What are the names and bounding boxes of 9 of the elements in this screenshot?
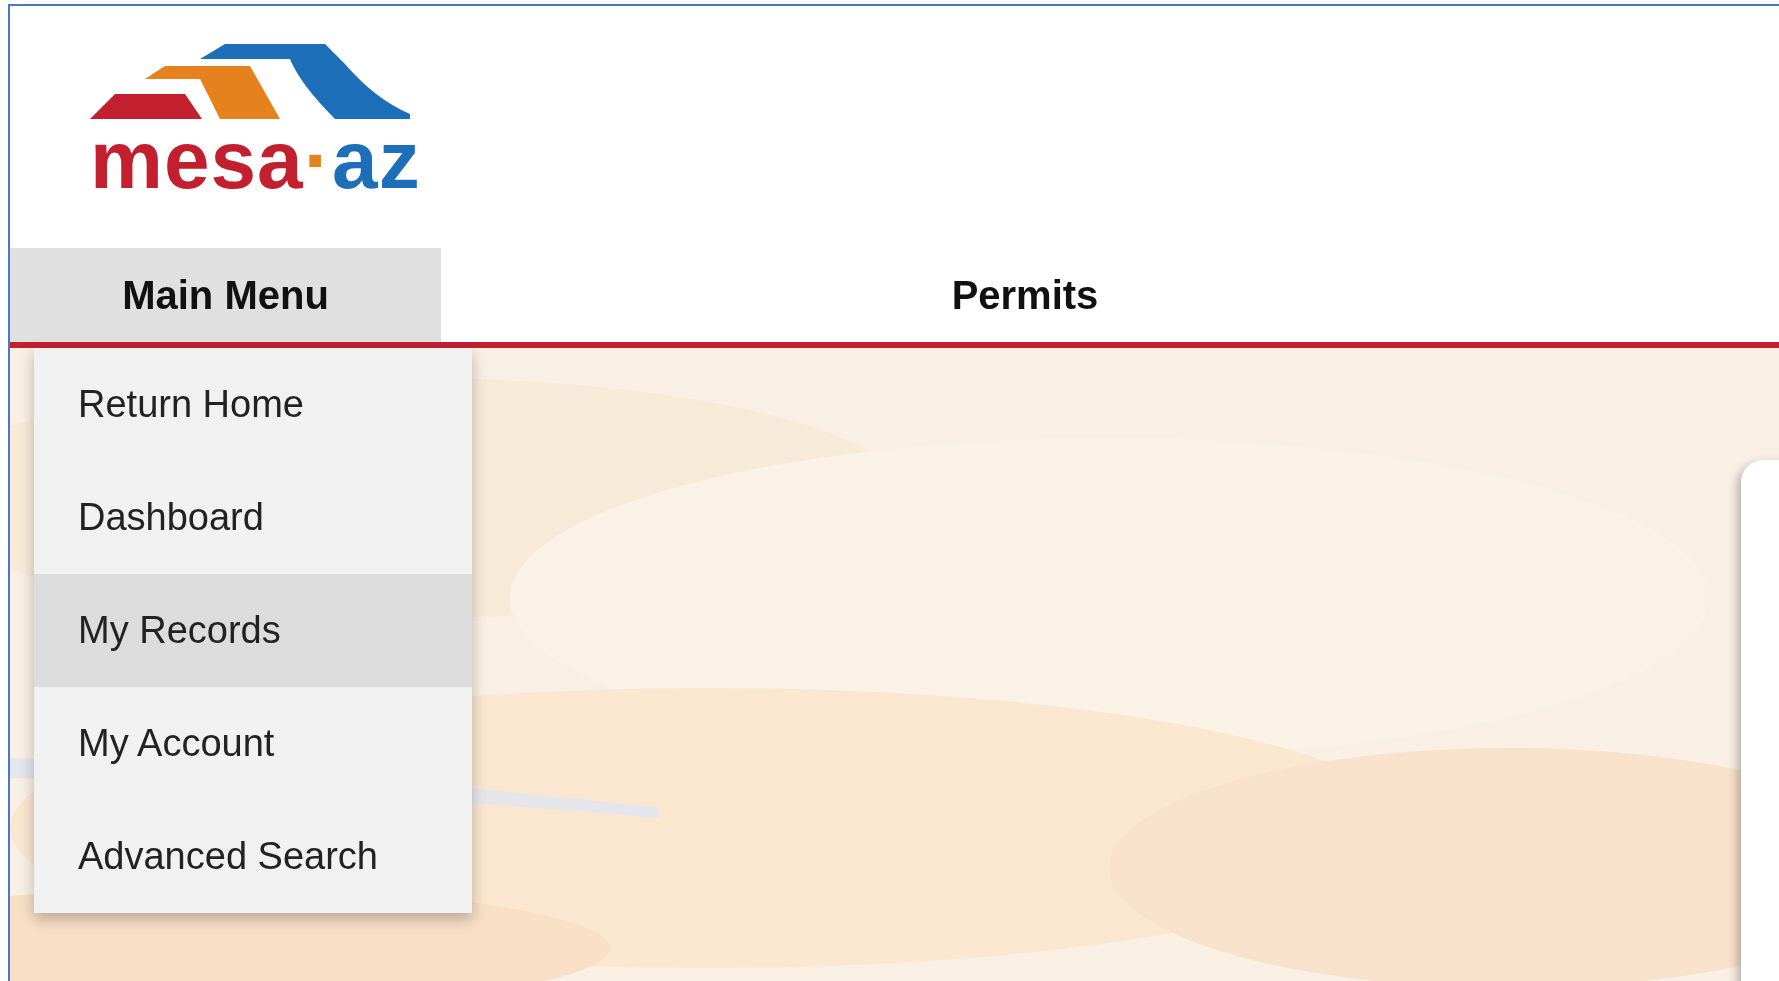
- main-menu-button[interactable]: Main Menu: [10, 248, 441, 342]
- logo-text: mesa·az: [90, 119, 422, 201]
- page-title: Permits: [950, 272, 1100, 319]
- menu-item[interactable]: Advanced Search: [34, 800, 472, 913]
- menu-item[interactable]: Return Home: [34, 348, 472, 461]
- menu-item[interactable]: Dashboard: [34, 461, 472, 574]
- logo-icon: [90, 44, 410, 119]
- menu-item[interactable]: My Account: [34, 687, 472, 800]
- menu-item[interactable]: My Records: [34, 574, 472, 687]
